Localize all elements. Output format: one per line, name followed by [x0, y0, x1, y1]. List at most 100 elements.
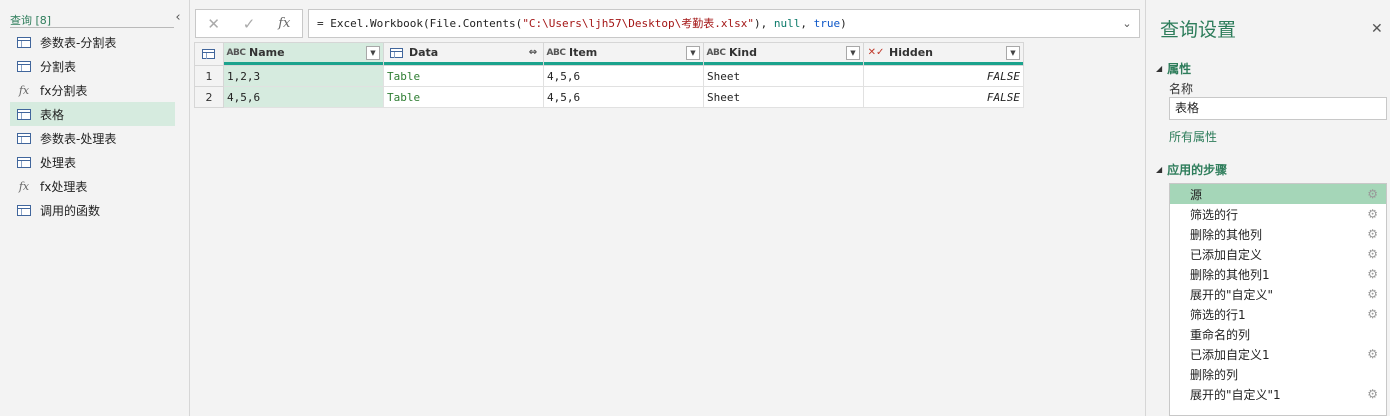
- query-item[interactable]: 处理表: [10, 150, 175, 174]
- column-header-name[interactable]: ABC Name ▼: [223, 42, 384, 66]
- applied-step[interactable]: 删除的其他列1 ⚙: [1170, 264, 1386, 284]
- query-label: 表格: [40, 107, 65, 122]
- applied-step[interactable]: 重命名的列: [1170, 324, 1386, 344]
- abc-glyph: ABC: [706, 47, 726, 58]
- applied-step[interactable]: 删除的列: [1170, 364, 1386, 384]
- query-item[interactable]: fx fx分割表: [10, 78, 175, 102]
- queries-header: 查询 [8]: [10, 12, 174, 28]
- step-label: 删除的其他列1: [1190, 267, 1270, 282]
- gear-icon[interactable]: ⚙: [1367, 347, 1378, 361]
- data-grid: ABC Name ▼ Data ⇔ ABC Item ▼ ABC Kind ▼ ✕✓ Hidden ▼ 1…: [194, 42, 1024, 108]
- table-menu-icon[interactable]: [200, 47, 218, 61]
- text-type-icon[interactable]: ABC: [227, 46, 246, 60]
- applied-step[interactable]: 筛选的行1 ⚙: [1170, 304, 1386, 324]
- settings-title: 查询设置: [1160, 19, 1237, 41]
- formula-token: = Excel.Workbook(File.Contents(: [317, 17, 523, 30]
- query-label: 分割表: [40, 59, 77, 74]
- properties-header: 属性: [1167, 62, 1192, 76]
- cancel-icon[interactable]: ✕: [196, 10, 231, 37]
- applied-steps-list: 源 ⚙ 筛选的行 ⚙ 删除的其他列 ⚙ 已添加自定义 ⚙ 删除的其他列1 ⚙ 展开的"自定义" ⚙ 筛选…: [1169, 183, 1387, 416]
- step-label: 筛选的行1: [1190, 307, 1246, 322]
- filter-dropdown-icon[interactable]: ▼: [686, 45, 700, 60]
- column-header-data[interactable]: Data ⇔: [383, 42, 544, 66]
- table-cell: 1,2,3: [223, 65, 384, 87]
- gear-icon[interactable]: ⚙: [1367, 287, 1378, 301]
- all-properties-link[interactable]: 所有属性: [1169, 128, 1217, 145]
- formula-token: true: [813, 17, 841, 30]
- expand-formula-icon[interactable]: ⌄: [1119, 10, 1135, 37]
- query-label: 处理表: [40, 155, 77, 170]
- row-number[interactable]: 1: [194, 65, 224, 87]
- formula-buttons: ✕ ✓ fx: [195, 9, 303, 38]
- gear-icon[interactable]: ⚙: [1367, 207, 1378, 221]
- row-number[interactable]: 2: [194, 86, 224, 108]
- query-label: fx处理表: [40, 179, 88, 194]
- applied-step[interactable]: 已添加自定义 ⚙: [1170, 244, 1386, 264]
- applied-steps-section-header[interactable]: ◢ 应用的步骤: [1156, 161, 1227, 178]
- properties-section-header[interactable]: ◢ 属性: [1156, 60, 1191, 77]
- table-menu-corner[interactable]: [194, 42, 224, 66]
- fx-icon[interactable]: fx: [267, 10, 302, 37]
- filter-dropdown-icon[interactable]: ▼: [846, 45, 860, 60]
- column-label: Item: [569, 46, 598, 59]
- filter-dropdown-icon[interactable]: ▼: [1006, 45, 1020, 60]
- table-icon: [16, 107, 32, 121]
- query-item[interactable]: 参数表-处理表: [10, 126, 175, 150]
- column-header-hidden[interactable]: ✕✓ Hidden ▼: [863, 42, 1024, 66]
- power-query-editor: 查询 [8] ‹ 参数表-分割表分割表 fx fx分割表表格参数表-处理表处理表 fx…: [0, 0, 1390, 416]
- gear-icon[interactable]: ⚙: [1367, 387, 1378, 401]
- formula-token: ,: [800, 17, 814, 30]
- table-cell[interactable]: Table: [383, 65, 544, 87]
- logical-type-icon[interactable]: ✕✓: [867, 46, 885, 60]
- function-icon: fx: [18, 83, 30, 97]
- applied-step[interactable]: 已添加自定义1 ⚙: [1170, 344, 1386, 364]
- gear-icon[interactable]: ⚙: [1367, 227, 1378, 241]
- table-cell: FALSE: [863, 86, 1024, 108]
- table-cell[interactable]: Table: [383, 86, 544, 108]
- text-type-icon[interactable]: ABC: [706, 46, 726, 60]
- column-header-kind[interactable]: ABC Kind ▼: [703, 42, 864, 66]
- expand-column-icon[interactable]: ⇔: [526, 46, 540, 60]
- query-item[interactable]: 表格: [10, 102, 175, 126]
- confirm-icon[interactable]: ✓: [231, 10, 266, 37]
- applied-step[interactable]: 展开的"自定义" ⚙: [1170, 284, 1386, 304]
- step-label: 删除的其他列: [1190, 227, 1263, 242]
- column-header-item[interactable]: ABC Item ▼: [543, 42, 704, 66]
- query-item[interactable]: 调用的函数: [10, 198, 175, 222]
- query-item[interactable]: 分割表: [10, 54, 175, 78]
- filter-dropdown-icon[interactable]: ▼: [366, 45, 380, 60]
- grid-body: 1 1,2,3 Table 4,5,6 Sheet FALSE 2 4,5,6 Table 4,5…: [194, 65, 1024, 108]
- table-icon: [16, 35, 32, 49]
- applied-step[interactable]: 筛选的行 ⚙: [1170, 204, 1386, 224]
- column-label: Data: [409, 46, 439, 59]
- name-label: 名称: [1169, 82, 1194, 96]
- queries-pane: 查询 [8] ‹ 参数表-分割表分割表 fx fx分割表表格参数表-处理表处理表 fx…: [0, 0, 190, 416]
- column-label: Hidden: [889, 46, 934, 59]
- formula-input[interactable]: = Excel.Workbook(File.Contents("C:\Users…: [308, 9, 1140, 38]
- table-cell: 4,5,6: [543, 86, 704, 108]
- chevron-left-icon[interactable]: ‹: [171, 10, 185, 26]
- column-label: Kind: [729, 46, 757, 59]
- gear-icon[interactable]: ⚙: [1367, 307, 1378, 321]
- table-cell: Sheet: [703, 86, 864, 108]
- gear-icon[interactable]: ⚙: [1367, 267, 1378, 281]
- gear-icon[interactable]: ⚙: [1367, 247, 1378, 261]
- applied-step[interactable]: 删除的其他列 ⚙: [1170, 224, 1386, 244]
- applied-steps-header: 应用的步骤: [1167, 163, 1228, 177]
- applied-step[interactable]: 展开的"自定义"1 ⚙: [1170, 384, 1386, 404]
- applied-step[interactable]: 源 ⚙: [1170, 184, 1386, 204]
- table-cell: 4,5,6: [223, 86, 384, 108]
- query-item[interactable]: fx fx处理表: [10, 174, 175, 198]
- query-item[interactable]: 参数表-分割表: [10, 30, 175, 54]
- table-type-icon[interactable]: [387, 46, 405, 60]
- close-icon[interactable]: ✕: [1371, 21, 1383, 37]
- table-icon: [16, 59, 32, 73]
- abc-glyph: ABC: [546, 47, 566, 58]
- collapse-triangle-icon: ◢: [1156, 64, 1163, 73]
- query-label: 调用的函数: [40, 203, 101, 218]
- formula-text: = Excel.Workbook(File.Contents("C:\Users…: [317, 17, 847, 30]
- text-type-icon[interactable]: ABC: [546, 46, 566, 60]
- column-label: Name: [249, 46, 285, 59]
- query-name-input[interactable]: 表格: [1169, 97, 1387, 120]
- gear-icon[interactable]: ⚙: [1367, 187, 1378, 201]
